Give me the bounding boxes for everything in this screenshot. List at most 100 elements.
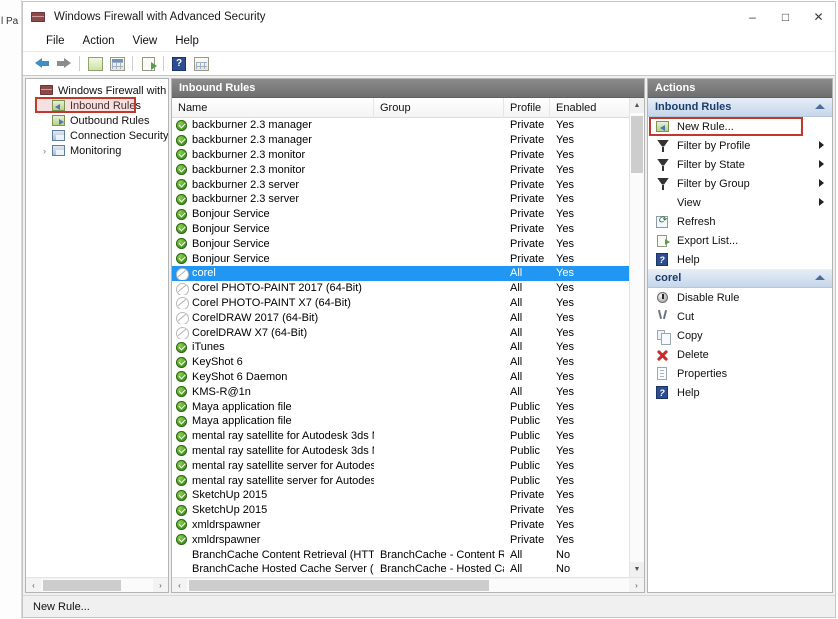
list-vscroll-thumb[interactable] [631, 116, 643, 173]
table-row[interactable]: CorelDRAW 2017 (64-Bit) All Yes [172, 310, 629, 325]
table-row[interactable]: backburner 2.3 server Private Yes [172, 192, 629, 207]
scroll-left-icon[interactable]: ‹ [26, 578, 41, 593]
toolbar-export-button[interactable] [137, 54, 159, 74]
table-row[interactable]: xmldrspawner Private Yes [172, 518, 629, 533]
cell-enabled: Yes [556, 341, 574, 354]
action-item-cut[interactable]: Cut [648, 307, 832, 326]
cell-name: xmldrspawner [172, 533, 374, 546]
actions-section-header[interactable]: corel [648, 269, 832, 288]
list-vertical-scrollbar[interactable]: ▲ ▼ [629, 98, 644, 577]
table-row[interactable]: backburner 2.3 monitor Private Yes [172, 162, 629, 177]
table-row[interactable]: backburner 2.3 manager Private Yes [172, 118, 629, 133]
background-window[interactable]: l Pa [0, 0, 22, 619]
tree-hscroll-thumb[interactable] [43, 579, 121, 591]
table-row[interactable]: Maya application file Public Yes [172, 399, 629, 414]
toolbar-properties-button[interactable] [106, 54, 128, 74]
action-item-help[interactable]: ? Help [648, 250, 832, 269]
action-item-new-rule[interactable]: New Rule... [648, 117, 832, 136]
menu-view[interactable]: View [124, 33, 167, 49]
action-item-refresh[interactable]: Refresh [648, 212, 832, 231]
table-row[interactable]: Corel PHOTO-PAINT 2017 (64-Bit) All Yes [172, 281, 629, 296]
table-row[interactable]: mental ray satellite for Autodesk 3ds Ma… [172, 444, 629, 459]
chevron-right-icon[interactable]: › [38, 146, 51, 156]
table-row[interactable]: KMS-R@1n All Yes [172, 384, 629, 399]
table-row[interactable]: SketchUp 2015 Private Yes [172, 503, 629, 518]
toolbar-forward-button[interactable] [53, 54, 75, 74]
action-item-export-list[interactable]: Export List... [648, 231, 832, 250]
submenu-arrow-icon[interactable] [819, 141, 824, 149]
table-row[interactable]: iTunes All Yes [172, 340, 629, 355]
table-row[interactable]: Maya application file Public Yes [172, 414, 629, 429]
sidebar-item-monitoring[interactable]: › Monitoring [26, 143, 168, 158]
sidebar-item-inbound-rules[interactable]: Inbound Rules [26, 97, 168, 113]
sidebar-item-connection-security-rules[interactable]: Connection Security Rules [26, 128, 168, 143]
action-item-filter-by-state[interactable]: Filter by State [648, 155, 832, 174]
list-horizontal-scrollbar[interactable]: ‹ › [172, 577, 644, 592]
toolbar-help-button[interactable]: ? [168, 54, 190, 74]
scroll-right-icon[interactable]: › [153, 578, 168, 593]
submenu-arrow-icon[interactable] [819, 198, 824, 206]
chevron-up-icon[interactable] [815, 104, 825, 109]
chevron-up-icon[interactable] [815, 275, 825, 280]
toolbar-back-button[interactable] [31, 54, 53, 74]
scroll-left-icon[interactable]: ‹ [172, 578, 187, 593]
submenu-arrow-icon[interactable] [819, 160, 824, 168]
table-row[interactable]: BranchCache Hosted Cache Server (HTT... B… [172, 562, 629, 577]
table-row[interactable]: mental ray satellite server for Autodesk… [172, 458, 629, 473]
scroll-down-icon[interactable]: ▼ [630, 562, 644, 577]
column-header-name[interactable]: Name [172, 97, 374, 118]
tree-item-root[interactable]: Windows Firewall with Advance [26, 83, 168, 98]
table-row[interactable]: backburner 2.3 monitor Private Yes [172, 148, 629, 163]
submenu-arrow-icon[interactable] [819, 179, 824, 187]
minimize-button[interactable]: – [736, 2, 769, 31]
menu-action[interactable]: Action [74, 33, 124, 49]
show-hide-action-pane-icon [193, 56, 209, 71]
table-row[interactable]: mental ray satellite for Autodesk 3ds Ma… [172, 429, 629, 444]
action-item-help[interactable]: ? Help [648, 383, 832, 402]
table-row[interactable]: KeyShot 6 Daemon All Yes [172, 370, 629, 385]
action-item-filter-by-profile[interactable]: Filter by Profile [648, 136, 832, 155]
maximize-button[interactable]: □ [769, 2, 802, 31]
rule-name-label: KMS-R@1n [192, 385, 251, 398]
rule-name-label: Bonjour Service [192, 237, 270, 250]
column-header-profile[interactable]: Profile [504, 97, 550, 118]
action-item-copy[interactable]: Copy [648, 326, 832, 345]
table-row[interactable]: KeyShot 6 All Yes [172, 355, 629, 370]
table-row[interactable]: Corel PHOTO-PAINT X7 (64-Bit) All Yes [172, 296, 629, 311]
table-row[interactable]: Bonjour Service Private Yes [172, 251, 629, 266]
table-row[interactable]: mental ray satellite server for Autodesk… [172, 473, 629, 488]
toolbar-action-pane-button[interactable] [190, 54, 212, 74]
menu-help[interactable]: Help [166, 33, 208, 49]
list-hscroll-track[interactable] [187, 578, 629, 592]
table-row[interactable]: Bonjour Service Private Yes [172, 222, 629, 237]
table-row[interactable]: xmldrspawner Private Yes [172, 532, 629, 547]
menu-file[interactable]: File [37, 33, 74, 49]
column-header-enabled[interactable]: Enabled [550, 98, 629, 118]
rule-name-label: Corel PHOTO-PAINT 2017 (64-Bit) [192, 282, 362, 295]
table-row[interactable]: BranchCache Content Retrieval (HTTP-In) B… [172, 547, 629, 562]
sidebar-item-outbound-rules[interactable]: Outbound Rules [26, 113, 168, 128]
close-button[interactable]: ✕ [802, 2, 835, 31]
table-row[interactable]: Bonjour Service Private Yes [172, 236, 629, 251]
sidebar-item-label: Inbound Rules [70, 99, 141, 112]
tree-horizontal-scrollbar[interactable]: ‹ › [26, 577, 168, 592]
table-row[interactable]: backburner 2.3 manager Private Yes [172, 133, 629, 148]
scroll-right-icon[interactable]: › [629, 578, 644, 593]
list-vscroll-track[interactable] [630, 113, 644, 562]
table-row[interactable]: backburner 2.3 server Private Yes [172, 177, 629, 192]
actions-section-header[interactable]: Inbound Rules [648, 98, 832, 117]
action-item-properties[interactable]: Properties [648, 364, 832, 383]
table-row[interactable]: Bonjour Service Private Yes [172, 207, 629, 222]
scroll-up-icon[interactable]: ▲ [630, 98, 644, 113]
column-header-group[interactable]: Group [374, 97, 504, 118]
action-item-delete[interactable]: Delete [648, 345, 832, 364]
toolbar-console-tree-button[interactable] [84, 54, 106, 74]
action-item-view[interactable]: View [648, 193, 832, 212]
table-row[interactable]: CorelDRAW X7 (64-Bit) All Yes [172, 325, 629, 340]
action-item-filter-by-group[interactable]: Filter by Group [648, 174, 832, 193]
tree-hscroll-track[interactable] [41, 578, 153, 592]
action-item-disable-rule[interactable]: Disable Rule [648, 288, 832, 307]
list-hscroll-thumb[interactable] [189, 579, 489, 591]
table-row[interactable]: SketchUp 2015 Private Yes [172, 488, 629, 503]
table-row[interactable]: corel All Yes [172, 265, 629, 281]
